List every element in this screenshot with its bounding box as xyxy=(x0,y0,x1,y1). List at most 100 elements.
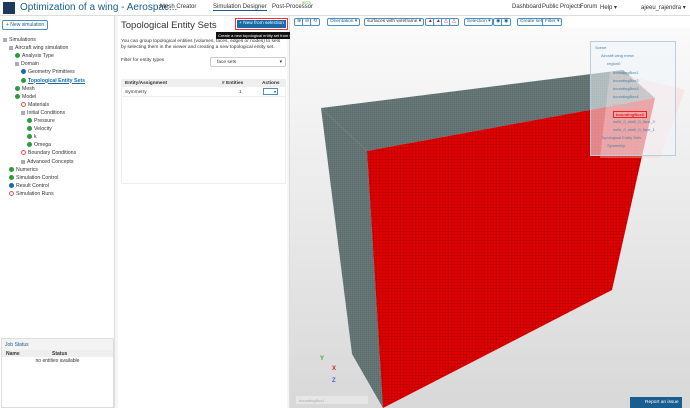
tree-item-label: Simulations xyxy=(9,37,36,43)
tree-item[interactable]: Initial Conditions xyxy=(21,110,65,116)
empty-message: no entities available xyxy=(35,358,80,364)
tree-item[interactable]: Advanced Concepts xyxy=(21,159,73,165)
display-mode-4-icon[interactable]: △ xyxy=(449,18,459,26)
tree-item[interactable]: Materials xyxy=(21,101,50,108)
reset-view-button[interactable]: ⟲ xyxy=(310,18,321,26)
tree-item-label: Materials xyxy=(28,101,50,108)
filter-label: Filter for entity types xyxy=(121,58,165,63)
report-issue-button[interactable]: Report an issue xyxy=(630,397,682,408)
status-icon xyxy=(9,166,14,172)
scene-item[interactable]: boundingBox3 xyxy=(613,86,639,91)
status-icon xyxy=(15,53,20,59)
tree-item-label: Analysis Type xyxy=(22,53,54,60)
user-menu[interactable]: ajeeu_rajendra ▾ xyxy=(641,4,686,11)
scene-item[interactable]: boundingBox1 xyxy=(613,70,639,75)
tree-item-label: Model xyxy=(22,93,37,100)
tree-item[interactable]: Simulations xyxy=(3,37,36,43)
link-forum[interactable]: Forum xyxy=(580,4,597,10)
show-icon[interactable]: ◉ xyxy=(501,18,512,26)
new-from-selection-button[interactable]: + New from selection xyxy=(237,20,286,28)
tree-item-label: Advanced Concepts xyxy=(27,158,74,165)
entity-sets-panel: Topological Entity Sets + New from selec… xyxy=(115,16,308,408)
selection-dropdown[interactable]: Selection ▾ xyxy=(464,18,494,26)
scene-item[interactable]: solid_0_shell_0_face_1 xyxy=(613,127,655,132)
new-simulation-button[interactable]: + New simulation xyxy=(2,20,49,30)
expand-icon xyxy=(3,38,7,42)
status-icon xyxy=(27,134,32,140)
axis-y: Y xyxy=(320,356,325,362)
scene-tree: Scene Aircraft wing mesh region0 boundingBo… xyxy=(590,41,676,156)
simscale-logo[interactable] xyxy=(3,2,15,14)
tree-item-label: Initial Conditions xyxy=(27,109,66,116)
nav-simulation-designer[interactable]: Simulation Designer xyxy=(213,4,267,11)
expand-icon xyxy=(15,62,19,67)
tree-item-label: Omega xyxy=(34,142,52,149)
tree-item-label: k xyxy=(34,134,37,141)
tree-item-label: Boundary Conditions xyxy=(28,150,77,157)
scene-item[interactable]: Aircraft wing mesh xyxy=(601,53,634,58)
scene-item[interactable]: boundingBox6 xyxy=(613,110,647,118)
tree-item[interactable]: Topological Entity Sets xyxy=(21,77,85,84)
nav-mesh-creator[interactable]: Mesh Creator xyxy=(160,4,196,10)
col-entity: Entity/Assignment xyxy=(125,81,168,86)
link-help[interactable]: Help ▾ xyxy=(600,4,617,11)
tree-item[interactable]: Aircraft wing simulation xyxy=(9,45,68,51)
axis-z: Z xyxy=(332,378,336,384)
panel-description: You can group topological entities (volu… xyxy=(121,39,281,50)
render-mode-dropdown[interactable]: surfaces with wireframe ▾ xyxy=(364,18,425,26)
create-set-button[interactable]: Create set xyxy=(517,18,546,26)
tree-item[interactable]: Geometry Primitives xyxy=(21,69,75,75)
tree-item-label: Aircraft wing simulation xyxy=(15,45,69,52)
scene-item[interactable]: boundingBox4 xyxy=(613,94,639,99)
tree-item[interactable]: k xyxy=(27,134,37,140)
tree-item[interactable]: Result Control xyxy=(9,182,49,189)
status-icon xyxy=(21,150,26,156)
axis-x: X xyxy=(332,366,337,372)
tree-item[interactable]: Velocity xyxy=(27,126,52,132)
status-icon xyxy=(21,77,26,83)
status-icon xyxy=(9,182,14,188)
tree-item-label: Velocity xyxy=(34,126,52,133)
table-row[interactable]: Symmetry 1 ▾ xyxy=(122,87,285,97)
link-dashboard[interactable]: Dashboard xyxy=(512,4,541,10)
filter-dropdown[interactable]: Filter ▾ xyxy=(542,18,563,26)
tree-item[interactable]: Domain xyxy=(15,61,39,67)
panel-title: Topological Entity Sets xyxy=(121,20,217,31)
tree-item-label: Domain xyxy=(21,61,39,68)
status-icon xyxy=(21,69,26,75)
status-icon xyxy=(15,85,20,91)
tree-item[interactable]: Analysis Type xyxy=(15,53,54,59)
expand-icon xyxy=(21,110,25,115)
row-actions-dropdown[interactable]: ▾ xyxy=(263,88,278,95)
orientation-dropdown[interactable]: Orientation ▾ xyxy=(327,18,361,26)
col-status: Status xyxy=(52,351,68,357)
scene-item[interactable]: Symmetry xyxy=(607,143,625,148)
tree-item[interactable]: Boundary Conditions xyxy=(21,150,76,156)
status-icon xyxy=(27,118,32,123)
tree-item[interactable]: Numerics xyxy=(9,166,38,173)
row-count: 1 xyxy=(239,90,242,95)
scene-item[interactable]: region0 xyxy=(607,61,620,66)
link-public-projects[interactable]: Public Projects xyxy=(542,4,582,10)
tree-item-label: Mesh xyxy=(22,85,35,92)
tree-item[interactable]: Simulation Runs xyxy=(9,190,54,197)
status-icon xyxy=(9,190,14,196)
tree-item[interactable]: Omega xyxy=(27,142,51,148)
caret-down-icon: ▾ xyxy=(279,60,282,65)
col-name: Name xyxy=(6,351,20,357)
scene-item[interactable]: boundingBox5 xyxy=(613,102,639,107)
scene-item[interactable]: Topological Entity Sets xyxy=(601,135,641,140)
tree-item[interactable]: Simulation Control xyxy=(9,174,59,181)
tree-item-label: Pressure xyxy=(34,118,55,124)
tree-item-label: Simulation Control xyxy=(16,174,59,181)
filter-select[interactable]: face sets ▾ xyxy=(210,57,286,67)
scene-item[interactable]: solid_0_shell_0_face_0 xyxy=(613,119,655,124)
status-icon xyxy=(9,174,14,180)
tree-item[interactable]: Mesh xyxy=(15,85,35,92)
expand-icon xyxy=(9,46,13,51)
scene-item[interactable]: Scene xyxy=(595,45,606,50)
row-name: Symmetry xyxy=(125,90,147,95)
tree-item[interactable]: Model xyxy=(15,93,37,100)
scene-item[interactable]: boundingBox2 xyxy=(613,78,639,83)
tree-item[interactable]: Pressure xyxy=(27,118,55,124)
